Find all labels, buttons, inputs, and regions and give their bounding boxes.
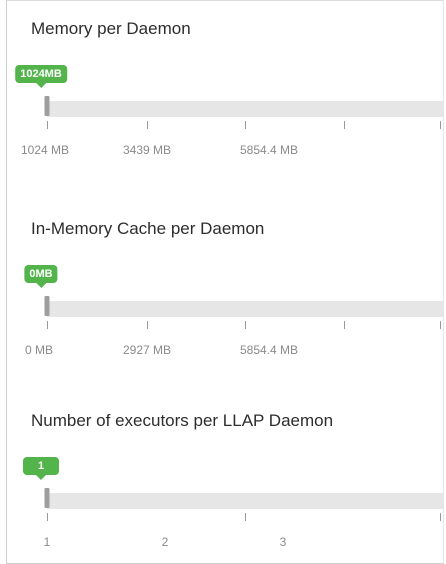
in-memory-cache-tick [245, 321, 246, 329]
executors-per-daemon-tick [47, 513, 48, 521]
executors-per-daemon-tick [245, 513, 246, 521]
memory-per-daemon-tick [440, 121, 441, 129]
executors-per-daemon-title: Number of executors per LLAP Daemon [31, 411, 334, 430]
in-memory-cache-tick [344, 321, 345, 329]
in-memory-cache-value-badge: 0MB [24, 265, 58, 288]
in-memory-cache-tick-label: 0 MB [24, 343, 54, 357]
in-memory-cache-section: In-Memory Cache per Daemon 0MB 0 MB 2927… [7, 219, 443, 369]
executors-per-daemon-section: Number of executors per LLAP Daemon 1 1 … [7, 411, 443, 561]
executors-per-daemon-tick-label: 3 [279, 535, 287, 549]
memory-per-daemon-tick-label: 3439 MB [122, 143, 172, 157]
memory-per-daemon-tick-label: 5854.4 MB [239, 143, 299, 157]
executors-per-daemon-slider-track[interactable] [47, 493, 443, 509]
in-memory-cache-tick [147, 321, 148, 329]
executors-per-daemon-tick-label: 2 [161, 535, 169, 549]
executors-per-daemon-value-badge: 1 [23, 457, 59, 480]
llap-settings-panel: Memory per Daemon 1024MB 1024 MB 3439 MB… [6, 0, 444, 564]
in-memory-cache-slider-track[interactable] [47, 301, 443, 317]
memory-per-daemon-value-badge: 1024MB [15, 65, 67, 88]
in-memory-cache-tick-label: 2927 MB [122, 343, 172, 357]
memory-per-daemon-slider-track[interactable] [47, 101, 443, 117]
in-memory-cache-slider-handle[interactable] [44, 296, 50, 316]
memory-per-daemon-section: Memory per Daemon 1024MB 1024 MB 3439 MB… [7, 19, 443, 169]
in-memory-cache-tick [440, 321, 441, 329]
memory-per-daemon-slider-handle[interactable] [44, 96, 50, 116]
in-memory-cache-tick-label: 5854.4 MB [239, 343, 299, 357]
memory-per-daemon-tick [245, 121, 246, 129]
in-memory-cache-tick [47, 321, 48, 329]
memory-per-daemon-tick [147, 121, 148, 129]
executors-per-daemon-slider-handle[interactable] [44, 488, 50, 508]
in-memory-cache-title: In-Memory Cache per Daemon [31, 219, 265, 238]
memory-per-daemon-tick [344, 121, 345, 129]
memory-per-daemon-tick [47, 121, 48, 129]
memory-per-daemon-tick-label: 1024 MB [20, 143, 70, 157]
executors-per-daemon-tick [440, 513, 441, 521]
memory-per-daemon-title: Memory per Daemon [31, 19, 191, 38]
executors-per-daemon-tick-label: 1 [43, 535, 51, 549]
